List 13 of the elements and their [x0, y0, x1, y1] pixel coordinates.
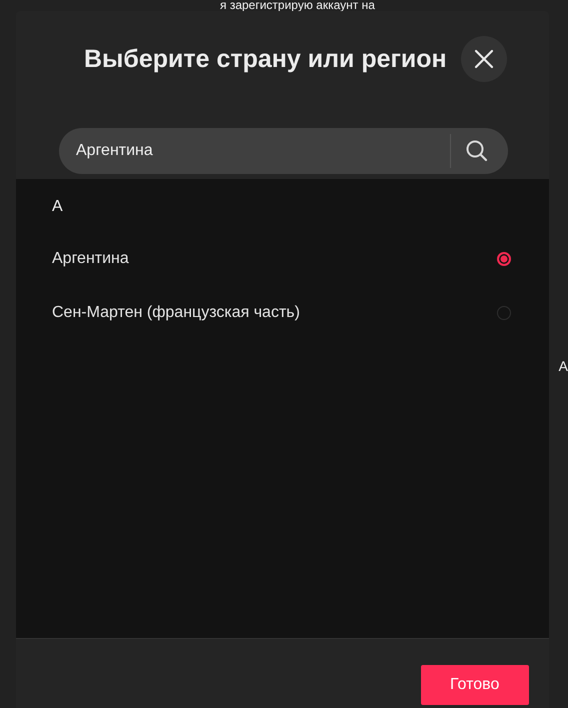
done-button[interactable]: Готово: [420, 665, 529, 705]
country-option[interactable]: Сен-Мартен (французская часть): [52, 304, 300, 322]
country-option[interactable]: Аргентина: [52, 250, 129, 268]
search-field[interactable]: Аргентина: [59, 128, 508, 174]
close-button[interactable]: [460, 36, 507, 82]
section-letter: A: [52, 198, 64, 217]
radio-button[interactable]: [496, 306, 511, 320]
close-icon: [474, 49, 494, 69]
background-text: я зарегистрирую аккаунт на: [219, 0, 376, 11]
dialog-title: Выберите страну или регион: [84, 44, 447, 74]
search-icon[interactable]: [465, 139, 489, 163]
background-text: A: [558, 358, 568, 376]
radio-button[interactable]: [496, 252, 511, 266]
